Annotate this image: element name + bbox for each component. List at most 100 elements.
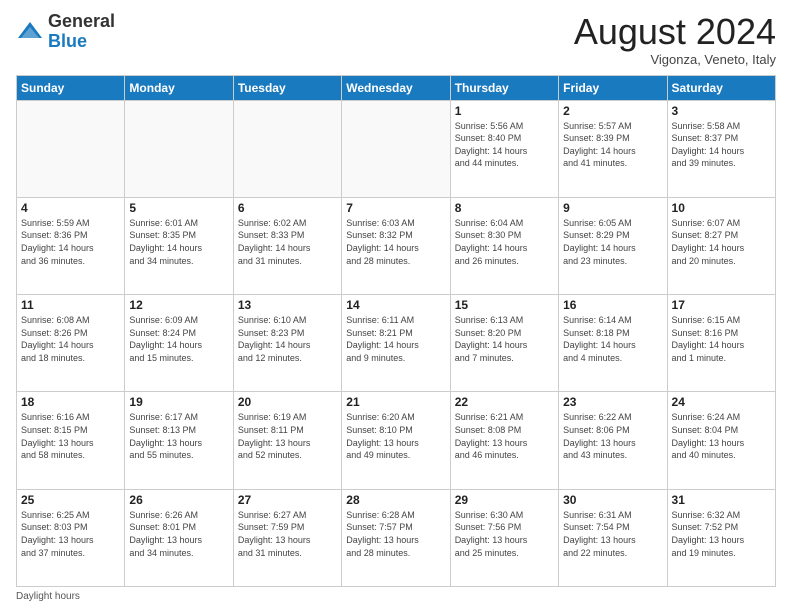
logo: General Blue: [16, 12, 115, 52]
title-block: August 2024 Vigonza, Veneto, Italy: [574, 12, 776, 67]
day-info: Sunrise: 6:17 AM Sunset: 8:13 PM Dayligh…: [129, 411, 228, 461]
day-number: 6: [238, 201, 337, 215]
day-number: 28: [346, 493, 445, 507]
day-info: Sunrise: 6:05 AM Sunset: 8:29 PM Dayligh…: [563, 217, 662, 267]
calendar-header-wednesday: Wednesday: [342, 75, 450, 100]
calendar-header-saturday: Saturday: [667, 75, 775, 100]
calendar-cell: 19Sunrise: 6:17 AM Sunset: 8:13 PM Dayli…: [125, 392, 233, 489]
day-number: 17: [672, 298, 771, 312]
day-number: 24: [672, 395, 771, 409]
header: General Blue August 2024 Vigonza, Veneto…: [16, 12, 776, 67]
calendar-cell: [233, 100, 341, 197]
day-info: Sunrise: 6:19 AM Sunset: 8:11 PM Dayligh…: [238, 411, 337, 461]
day-number: 31: [672, 493, 771, 507]
calendar-cell: 4 Sunrise: 5:59 AM Sunset: 8:36 PM Daylig…: [17, 197, 125, 294]
day-info: Sunrise: 5:58 AM Sunset: 8:37 PM Dayligh…: [672, 120, 771, 170]
calendar-cell: 25 Sunrise: 6:25 AM Sunset: 8:03 PM Dayli…: [17, 489, 125, 586]
day-number: 3: [672, 104, 771, 118]
calendar-cell: 11 Sunrise: 6:08 AM Sunset: 8:26 PM Dayli…: [17, 295, 125, 392]
day-info: Sunrise: 6:01 AM Sunset: 8:35 PM Dayligh…: [129, 217, 228, 267]
day-info: Sunrise: 6:16 AM Sunset: 8:15 PM Dayligh…: [21, 411, 120, 461]
logo-icon: [16, 18, 44, 46]
day-number: 1: [455, 104, 554, 118]
day-info: Sunrise: 6:25 AM Sunset: 8:03 PM Dayligh…: [21, 509, 120, 559]
day-number: 14: [346, 298, 445, 312]
day-number: 22: [455, 395, 554, 409]
day-info: Sunrise: 6:11 AM Sunset: 8:21 PM Dayligh…: [346, 314, 445, 364]
day-info: Sunrise: 6:30 AM Sunset: 7:56 PM Dayligh…: [455, 509, 554, 559]
logo-general: General: [48, 11, 115, 31]
day-info: Sunrise: 6:24 AM Sunset: 8:04 PM Dayligh…: [672, 411, 771, 461]
calendar-cell: 1 Sunrise: 5:56 AM Sunset: 8:40 PM Daylig…: [450, 100, 558, 197]
calendar-week-row: 18Sunrise: 6:16 AM Sunset: 8:15 PM Dayli…: [17, 392, 776, 489]
calendar-cell: 29 Sunrise: 6:30 AM Sunset: 7:56 PM Dayli…: [450, 489, 558, 586]
day-number: 15: [455, 298, 554, 312]
calendar-week-row: 1 Sunrise: 5:56 AM Sunset: 8:40 PM Daylig…: [17, 100, 776, 197]
day-info: Sunrise: 6:28 AM Sunset: 7:57 PM Dayligh…: [346, 509, 445, 559]
calendar-cell: 23Sunrise: 6:22 AM Sunset: 8:06 PM Dayli…: [559, 392, 667, 489]
calendar-cell: [342, 100, 450, 197]
day-info: Sunrise: 5:59 AM Sunset: 8:36 PM Dayligh…: [21, 217, 120, 267]
calendar-week-row: 4 Sunrise: 5:59 AM Sunset: 8:36 PM Daylig…: [17, 197, 776, 294]
calendar-cell: 2 Sunrise: 5:57 AM Sunset: 8:39 PM Daylig…: [559, 100, 667, 197]
calendar-cell: 17 Sunrise: 6:15 AM Sunset: 8:16 PM Dayli…: [667, 295, 775, 392]
day-info: Sunrise: 6:02 AM Sunset: 8:33 PM Dayligh…: [238, 217, 337, 267]
calendar-cell: 27 Sunrise: 6:27 AM Sunset: 7:59 PM Dayli…: [233, 489, 341, 586]
calendar-cell: 20Sunrise: 6:19 AM Sunset: 8:11 PM Dayli…: [233, 392, 341, 489]
calendar-cell: 7 Sunrise: 6:03 AM Sunset: 8:32 PM Daylig…: [342, 197, 450, 294]
calendar-header-monday: Monday: [125, 75, 233, 100]
day-info: Sunrise: 6:08 AM Sunset: 8:26 PM Dayligh…: [21, 314, 120, 364]
calendar-header-thursday: Thursday: [450, 75, 558, 100]
day-info: Sunrise: 6:27 AM Sunset: 7:59 PM Dayligh…: [238, 509, 337, 559]
day-number: 30: [563, 493, 662, 507]
day-info: Sunrise: 6:09 AM Sunset: 8:24 PM Dayligh…: [129, 314, 228, 364]
calendar-cell: 14 Sunrise: 6:11 AM Sunset: 8:21 PM Dayli…: [342, 295, 450, 392]
day-info: Sunrise: 6:13 AM Sunset: 8:20 PM Dayligh…: [455, 314, 554, 364]
calendar-cell: 10 Sunrise: 6:07 AM Sunset: 8:27 PM Dayli…: [667, 197, 775, 294]
calendar-cell: 30 Sunrise: 6:31 AM Sunset: 7:54 PM Dayli…: [559, 489, 667, 586]
calendar-week-row: 25 Sunrise: 6:25 AM Sunset: 8:03 PM Dayli…: [17, 489, 776, 586]
footer: Daylight hours: [16, 591, 776, 602]
day-info: Sunrise: 6:07 AM Sunset: 8:27 PM Dayligh…: [672, 217, 771, 267]
calendar-cell: 15 Sunrise: 6:13 AM Sunset: 8:20 PM Dayli…: [450, 295, 558, 392]
day-number: 25: [21, 493, 120, 507]
day-number: 21: [346, 395, 445, 409]
calendar-table: SundayMondayTuesdayWednesdayThursdayFrid…: [16, 75, 776, 587]
calendar-cell: 8Sunrise: 6:04 AM Sunset: 8:30 PM Daylig…: [450, 197, 558, 294]
day-number: 13: [238, 298, 337, 312]
day-info: Sunrise: 6:21 AM Sunset: 8:08 PM Dayligh…: [455, 411, 554, 461]
calendar-cell: 26Sunrise: 6:26 AM Sunset: 8:01 PM Dayli…: [125, 489, 233, 586]
calendar-cell: 28 Sunrise: 6:28 AM Sunset: 7:57 PM Dayli…: [342, 489, 450, 586]
day-info: Sunrise: 6:31 AM Sunset: 7:54 PM Dayligh…: [563, 509, 662, 559]
calendar-cell: 18Sunrise: 6:16 AM Sunset: 8:15 PM Dayli…: [17, 392, 125, 489]
day-number: 10: [672, 201, 771, 215]
day-info: Sunrise: 6:15 AM Sunset: 8:16 PM Dayligh…: [672, 314, 771, 364]
day-number: 4: [21, 201, 120, 215]
calendar-cell: [17, 100, 125, 197]
calendar-cell: [125, 100, 233, 197]
day-number: 5: [129, 201, 228, 215]
calendar-header-row: SundayMondayTuesdayWednesdayThursdayFrid…: [17, 75, 776, 100]
day-number: 26: [129, 493, 228, 507]
day-number: 29: [455, 493, 554, 507]
day-number: 27: [238, 493, 337, 507]
calendar-cell: 13Sunrise: 6:10 AM Sunset: 8:23 PM Dayli…: [233, 295, 341, 392]
day-number: 7: [346, 201, 445, 215]
calendar-cell: 31Sunrise: 6:32 AM Sunset: 7:52 PM Dayli…: [667, 489, 775, 586]
calendar-cell: 9Sunrise: 6:05 AM Sunset: 8:29 PM Daylig…: [559, 197, 667, 294]
day-number: 2: [563, 104, 662, 118]
page: General Blue August 2024 Vigonza, Veneto…: [0, 0, 792, 612]
calendar-cell: 21Sunrise: 6:20 AM Sunset: 8:10 PM Dayli…: [342, 392, 450, 489]
calendar-cell: 5 Sunrise: 6:01 AM Sunset: 8:35 PM Daylig…: [125, 197, 233, 294]
day-info: Sunrise: 5:56 AM Sunset: 8:40 PM Dayligh…: [455, 120, 554, 170]
calendar-header-tuesday: Tuesday: [233, 75, 341, 100]
day-info: Sunrise: 6:03 AM Sunset: 8:32 PM Dayligh…: [346, 217, 445, 267]
calendar-cell: 22 Sunrise: 6:21 AM Sunset: 8:08 PM Dayli…: [450, 392, 558, 489]
calendar-week-row: 11 Sunrise: 6:08 AM Sunset: 8:26 PM Dayli…: [17, 295, 776, 392]
day-info: Sunrise: 5:57 AM Sunset: 8:39 PM Dayligh…: [563, 120, 662, 170]
day-number: 11: [21, 298, 120, 312]
calendar-header-sunday: Sunday: [17, 75, 125, 100]
calendar-cell: 6 Sunrise: 6:02 AM Sunset: 8:33 PM Daylig…: [233, 197, 341, 294]
calendar-cell: 16Sunrise: 6:14 AM Sunset: 8:18 PM Dayli…: [559, 295, 667, 392]
calendar-cell: 12Sunrise: 6:09 AM Sunset: 8:24 PM Dayli…: [125, 295, 233, 392]
